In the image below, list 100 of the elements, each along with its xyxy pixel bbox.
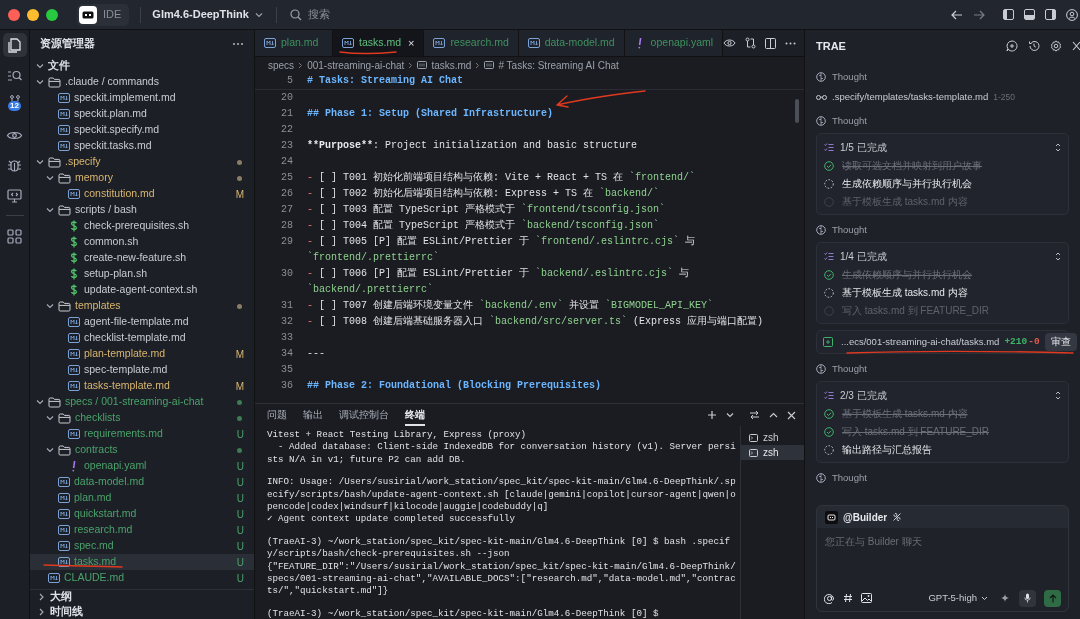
settings-icon[interactable] [1050, 40, 1062, 52]
bottom-panel-toggle-icon[interactable] [1024, 9, 1035, 20]
panel-tab[interactable]: 调试控制台 [339, 404, 389, 426]
folder-item[interactable]: specs / 001-streaming-ai-chat [30, 394, 254, 410]
window-control[interactable] [27, 8, 39, 21]
folder-item[interactable]: .claude / commands [30, 74, 254, 90]
more-icon[interactable] [785, 41, 796, 45]
grid-icon [6, 227, 23, 245]
file-item[interactable]: data-model.md U [30, 474, 254, 490]
expand-icon[interactable] [1055, 390, 1061, 400]
thought-label[interactable]: Thought [832, 361, 867, 377]
file-item[interactable]: speckit.plan.md [30, 106, 254, 122]
panel-tab[interactable]: 输出 [303, 404, 323, 426]
more-icon[interactable] [232, 42, 244, 46]
file-item[interactable]: spec.md U [30, 538, 254, 554]
file-item[interactable]: CLAUDE.md U [30, 570, 254, 586]
panel-tab[interactable]: 问题 [267, 404, 287, 426]
editor-tab[interactable]: openapi.yaml [624, 30, 723, 56]
file-item[interactable]: requirements.md U [30, 426, 254, 442]
file-item[interactable]: openapi.yaml U [30, 458, 254, 474]
file-item[interactable]: tasks.md U [30, 554, 254, 570]
new-chat-icon[interactable] [1006, 40, 1018, 52]
chevron-up-icon[interactable] [769, 412, 778, 418]
forward-arrow-icon[interactable] [973, 9, 985, 20]
editor-tab[interactable]: plan.md [255, 30, 333, 56]
file-item[interactable]: tasks-template.md M [30, 378, 254, 394]
split-editor-icon[interactable] [765, 37, 776, 49]
left-sidebar-toggle-icon[interactable] [1003, 9, 1014, 20]
scrollbar[interactable] [795, 99, 799, 123]
chevron-down-icon[interactable] [726, 412, 734, 418]
file-item[interactable]: speckit.tasks.md [30, 138, 254, 154]
folder-item[interactable]: scripts / bash [30, 202, 254, 218]
folder-item[interactable]: memory [30, 170, 254, 186]
file-item[interactable]: update-agent-context.sh [30, 282, 254, 298]
file-item[interactable]: spec-template.md [30, 362, 254, 378]
compare-icon[interactable] [745, 37, 756, 49]
tab-close[interactable]: × [408, 34, 415, 52]
file-item[interactable]: create-new-feature.sh [30, 250, 254, 266]
right-sidebar-toggle-icon[interactable] [1045, 9, 1056, 20]
expand-icon[interactable] [1055, 251, 1061, 261]
message-input[interactable]: 您正在与 Builder 聊天 [817, 528, 1068, 585]
file-item[interactable]: check-prerequisites.sh [30, 218, 254, 234]
panel-header[interactable]: 时间线 [30, 604, 254, 619]
window-control[interactable] [46, 8, 58, 21]
history-icon[interactable] [1028, 40, 1040, 52]
thought-label[interactable]: Thought [832, 470, 867, 486]
thought-label[interactable]: Thought [832, 113, 867, 129]
section-header[interactable]: 文件 [30, 58, 254, 74]
file-item[interactable]: speckit.specify.md [30, 122, 254, 138]
thought-label[interactable]: Thought [832, 222, 867, 238]
file-link[interactable]: ...ecs/001-streaming-ai-chat/tasks.md [841, 334, 1000, 350]
file-item[interactable]: quickstart.md U [30, 506, 254, 522]
breadcrumb-item[interactable]: 001-streaming-ai-chat [307, 57, 405, 73]
close-icon[interactable] [1072, 41, 1080, 51]
activity-bar-button[interactable]: 12 [2, 93, 27, 117]
terminal-instance[interactable]: zsh [741, 445, 804, 460]
account-icon[interactable] [1066, 8, 1078, 21]
review-button[interactable]: 审查 [1044, 333, 1077, 351]
editor-tab[interactable]: tasks.md × [333, 30, 425, 56]
file-item[interactable]: research.md U [30, 522, 254, 538]
eye-icon[interactable] [723, 38, 736, 48]
file-link[interactable]: .specify/templates/tasks-template.md [832, 89, 989, 105]
back-arrow-icon[interactable] [951, 9, 963, 20]
project-selector[interactable]: Glm4.6-DeepThink [152, 6, 263, 23]
folder-item[interactable]: .specify [30, 154, 254, 170]
editor-tab[interactable]: research.md [424, 30, 519, 56]
file-item[interactable]: speckit.implement.md [30, 90, 254, 106]
panel-tab[interactable]: 终端 [405, 404, 425, 426]
file-item[interactable]: setup-plan.sh [30, 266, 254, 282]
file-item[interactable]: checklist-template.md [30, 330, 254, 346]
activity-bar-button[interactable] [2, 33, 27, 57]
search-field[interactable]: 搜索 [307, 6, 388, 23]
folder-item[interactable]: checklists [30, 410, 254, 426]
microphone-button[interactable] [1019, 589, 1036, 607]
file-item[interactable]: plan-template.md M [30, 346, 254, 362]
folder-item[interactable]: templates [30, 298, 254, 314]
agent-mention[interactable]: @Builder [843, 509, 888, 525]
breadcrumb-item[interactable]: # Tasks: Streaming AI Chat [498, 57, 619, 73]
window-control[interactable] [8, 8, 20, 21]
image-icon[interactable] [861, 593, 872, 603]
swap-icon[interactable] [749, 410, 760, 420]
file-item[interactable]: constitution.md M [30, 186, 254, 202]
expand-icon[interactable] [1055, 142, 1061, 152]
at-sign-icon[interactable] [824, 592, 835, 604]
file-item[interactable]: plan.md U [30, 490, 254, 506]
plus-icon[interactable] [707, 410, 717, 420]
thought-label[interactable]: Thought [832, 69, 867, 85]
breadcrumb-item[interactable]: tasks.md [431, 57, 472, 73]
send-button[interactable] [1044, 589, 1061, 607]
model-selector[interactable]: GPT-5-high [928, 590, 988, 606]
editor-tab[interactable]: data-model.md [518, 30, 625, 56]
file-item[interactable]: agent-file-template.md [30, 314, 254, 330]
close-icon[interactable] [787, 410, 796, 420]
folder-item[interactable]: contracts [30, 442, 254, 458]
breadcrumb-item[interactable]: specs [268, 57, 295, 73]
file-item[interactable]: common.sh [30, 234, 254, 250]
app-menu-button[interactable]: IDE [77, 3, 130, 26]
panel-header[interactable]: 大纲 [30, 589, 254, 604]
terminal-instance[interactable]: zsh [741, 430, 804, 445]
hash-icon[interactable] [843, 593, 853, 603]
